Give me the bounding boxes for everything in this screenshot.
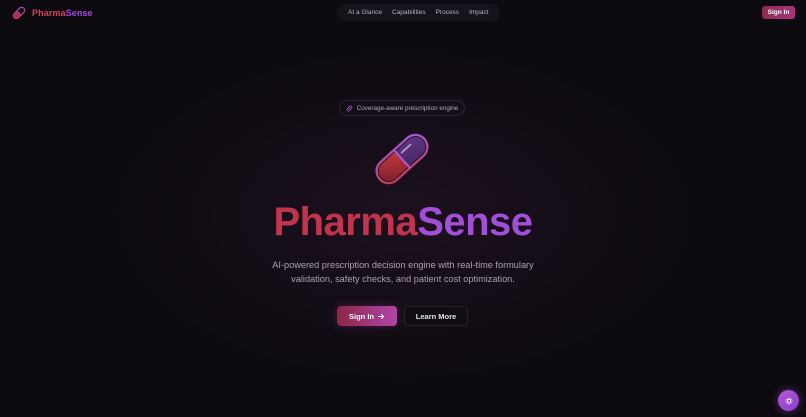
hero-badge: Coverage-aware prescription engine [339, 100, 465, 116]
hero-sign-in-label: Sign In [349, 311, 374, 321]
settings-icon [784, 396, 793, 405]
floating-action-button[interactable] [778, 390, 799, 411]
brand-name-part1: Pharma [32, 8, 66, 18]
hero-tagline-line1: AI-powered prescription decision engine … [272, 260, 534, 270]
hero-tagline: AI-powered prescription decision engine … [253, 258, 553, 286]
nav-impact[interactable]: Impact [464, 9, 494, 16]
nav-at-a-glance[interactable]: At a Glance [343, 9, 387, 16]
hero-title-part2: Sense [417, 200, 533, 244]
brand[interactable]: PharmaSense [10, 4, 93, 22]
hero-title: PharmaSense [0, 196, 806, 248]
landing-page: PharmaSense At a Glance Capabilities Pro… [0, 0, 806, 417]
learn-more-button[interactable]: Learn More [404, 306, 468, 326]
hero-title-part1: Pharma [273, 200, 418, 244]
brand-name: PharmaSense [32, 8, 93, 18]
nav-capabilities[interactable]: Capabilities [387, 9, 431, 16]
header-sign-in-button[interactable]: Sign In [762, 6, 795, 19]
nav-process[interactable]: Process [431, 9, 464, 16]
main-nav: At a Glance Capabilities Process Impact [337, 4, 500, 21]
top-bar: PharmaSense At a Glance Capabilities Pro… [0, 0, 806, 26]
arrow-right-icon [378, 313, 385, 319]
hero-sign-in-button[interactable]: Sign In [337, 306, 397, 326]
pill-icon [375, 133, 429, 185]
pill-icon [12, 6, 26, 20]
hero-badge-text: Coverage-aware prescription engine [356, 104, 459, 112]
pill-icon [346, 105, 352, 111]
brand-name-part2: Sense [65, 8, 93, 18]
hero-tagline-line2: validation, safety checks, and patient c… [291, 274, 515, 284]
